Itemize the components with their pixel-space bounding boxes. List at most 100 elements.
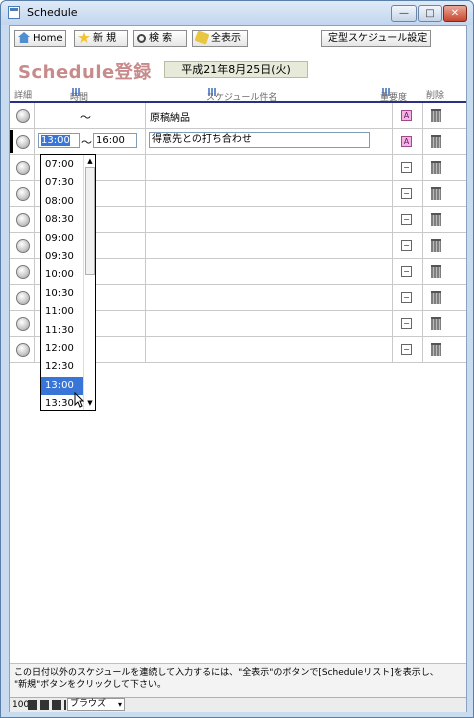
detail-radio-button[interactable] [16, 265, 30, 279]
trash-icon[interactable] [431, 135, 441, 148]
detail-radio-button[interactable] [16, 343, 30, 357]
maximize-button[interactable]: □ [418, 5, 442, 22]
date-display: 平成21年8月25日(火) [164, 61, 308, 78]
time-option[interactable]: 10:30 [41, 285, 83, 303]
template-schedule-button[interactable]: 定型スケジュール設定 [321, 30, 431, 47]
new-button[interactable]: 新 規 [74, 30, 128, 47]
time-option[interactable]: 12:30 [41, 358, 83, 376]
column-divider [392, 129, 393, 155]
show-all-button[interactable]: 全表示 [192, 30, 248, 47]
column-divider [34, 285, 35, 311]
column-divider [392, 155, 393, 181]
layout-mode-icons[interactable] [28, 700, 66, 710]
zoom-level[interactable]: 100 [12, 699, 29, 712]
toolbar: Home 新 規 検 索 全表示 定型スケジュール設定 [10, 26, 466, 50]
priority-toggle[interactable]: − [401, 344, 412, 355]
column-divider [34, 311, 35, 337]
detail-radio-button[interactable] [16, 187, 30, 201]
search-button[interactable]: 検 索 [133, 30, 187, 47]
star-icon [78, 32, 90, 43]
trash-icon[interactable] [431, 265, 441, 278]
time-option[interactable]: 07:00 [41, 156, 83, 174]
priority-toggle[interactable]: A [401, 110, 412, 121]
column-divider [422, 207, 423, 233]
dropdown-scrollbar[interactable]: ▲ ▼ [83, 155, 95, 410]
time-dropdown-list[interactable]: ▲ ▼ 07:00 07:30 08:00 08:30 09:00 09:30 10:00 1… [40, 154, 96, 411]
subject-field[interactable]: 得意先との打ち合わせ [149, 132, 370, 148]
time-option[interactable]: 12:00 [41, 340, 83, 358]
scroll-down-arrow[interactable]: ▼ [85, 398, 95, 408]
time-option[interactable]: 09:30 [41, 248, 83, 266]
active-row-marker [10, 130, 13, 153]
priority-toggle[interactable]: − [401, 188, 412, 199]
page-title: Schedule登録 [18, 62, 152, 83]
column-divider [392, 103, 393, 129]
minimize-button[interactable]: — [391, 5, 417, 22]
end-time-field[interactable]: 16:00 [93, 133, 137, 148]
table-row: 13:00 ～ 16:00 得意先との打ち合わせ A [10, 129, 466, 155]
time-option[interactable]: 11:00 [41, 303, 83, 321]
column-subject[interactable]: スケジュール件名 [206, 88, 277, 103]
status-bar: 100 ブラウズ [10, 697, 466, 712]
time-option[interactable]: 08:30 [41, 211, 83, 229]
column-divider [34, 233, 35, 259]
column-divider [34, 207, 35, 233]
priority-toggle[interactable]: − [401, 240, 412, 251]
priority-toggle[interactable]: − [401, 292, 412, 303]
column-divider [392, 259, 393, 285]
detail-radio-button[interactable] [16, 291, 30, 305]
scroll-thumb[interactable] [85, 167, 95, 275]
detail-radio-button[interactable] [16, 161, 30, 175]
column-divider [392, 233, 393, 259]
detail-radio-button[interactable] [16, 239, 30, 253]
column-divider [422, 181, 423, 207]
subject-text[interactable]: 原稿納品 [150, 109, 190, 124]
column-divider [145, 181, 146, 207]
column-divider [34, 155, 35, 181]
trash-icon[interactable] [431, 239, 441, 252]
column-priority[interactable]: 重要度 [380, 88, 407, 103]
time-option[interactable]: 11:30 [41, 322, 83, 340]
priority-toggle[interactable]: A [401, 136, 412, 147]
scroll-up-arrow[interactable]: ▲ [85, 156, 95, 166]
column-divider [392, 285, 393, 311]
home-button[interactable]: Home [14, 30, 66, 47]
start-time-field[interactable]: 13:00 [38, 133, 80, 148]
priority-toggle[interactable]: − [401, 162, 412, 173]
time-option[interactable]: 10:00 [41, 266, 83, 284]
column-divider [34, 103, 35, 129]
search-label: 検 索 [149, 33, 173, 44]
time-option[interactable]: 07:30 [41, 174, 83, 192]
column-divider [145, 155, 146, 181]
detail-radio-button[interactable] [16, 109, 30, 123]
column-divider [34, 129, 35, 155]
time-separator: ～ [81, 136, 92, 149]
column-divider [422, 337, 423, 363]
column-divider [392, 311, 393, 337]
detail-radio-button[interactable] [16, 317, 30, 331]
trash-icon[interactable] [431, 317, 441, 330]
footnote: この日付以外のスケジュールを連続して入力するには、"全表示"のボタンで[Sche… [10, 663, 466, 697]
trash-icon[interactable] [431, 343, 441, 356]
close-button[interactable]: ✕ [443, 5, 467, 22]
priority-toggle[interactable]: − [401, 318, 412, 329]
time-option[interactable]: 08:00 [41, 193, 83, 211]
trash-icon[interactable] [431, 213, 441, 226]
time-separator: ～ [80, 111, 91, 124]
trash-icon[interactable] [431, 161, 441, 174]
mode-select[interactable]: ブラウズ [67, 698, 125, 711]
time-option[interactable]: 09:00 [41, 230, 83, 248]
pencil-icon [194, 30, 210, 45]
table-row: ～ 原稿納品 A [10, 103, 466, 129]
column-divider [145, 129, 146, 155]
detail-radio-button[interactable] [16, 135, 30, 149]
column-divider [34, 337, 35, 363]
column-divider [34, 259, 35, 285]
column-time[interactable]: 時間 [70, 88, 88, 103]
trash-icon[interactable] [431, 291, 441, 304]
priority-toggle[interactable]: − [401, 266, 412, 277]
detail-radio-button[interactable] [16, 213, 30, 227]
trash-icon[interactable] [431, 109, 441, 122]
trash-icon[interactable] [431, 187, 441, 200]
priority-toggle[interactable]: − [401, 214, 412, 225]
